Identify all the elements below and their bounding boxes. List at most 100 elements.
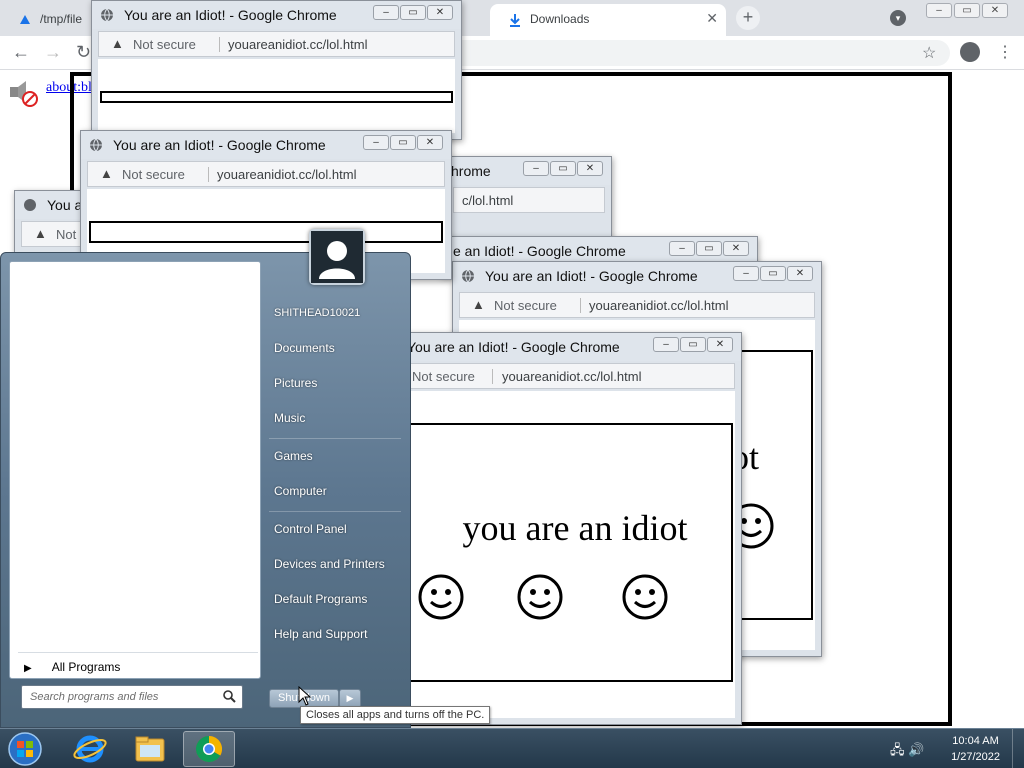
popup-window-controls: – ▭ ✕ [732, 265, 813, 283]
tab-tmp-file[interactable]: /tmp/file [0, 4, 96, 36]
taskbar-windows-explorer[interactable] [124, 731, 176, 767]
chrome-icon [195, 735, 223, 763]
close-button[interactable]: ✕ [427, 5, 453, 20]
minimize-button[interactable]: – [733, 266, 759, 281]
warning-icon: ▲ [100, 166, 113, 181]
minimize-button[interactable]: – [373, 5, 399, 20]
tab-label: Downloads [530, 12, 590, 26]
close-button[interactable]: ✕ [982, 3, 1008, 18]
minimize-button[interactable]: – [669, 241, 695, 256]
minimize-button[interactable]: – [523, 161, 549, 176]
popup-window-controls: – ▭ ✕ [522, 160, 603, 178]
tab-search-icon[interactable]: ▾ [890, 10, 906, 26]
start-search-input[interactable]: Search programs and files [21, 685, 243, 709]
taskbar-internet-explorer[interactable] [64, 731, 116, 767]
restore-button[interactable]: ▭ [400, 5, 426, 20]
tab-downloads[interactable]: Downloads ✕ [490, 4, 726, 36]
user-avatar[interactable] [309, 229, 365, 285]
internet-explorer-icon [73, 735, 107, 763]
restore-button[interactable]: ▭ [550, 161, 576, 176]
minimize-button[interactable]: – [926, 3, 952, 18]
popup-title: You are an Idiot! - Google Chrome [124, 7, 337, 23]
popup-window-front[interactable]: You are an Idiot! - Google Chrome – ▭ ✕ No… [378, 332, 742, 725]
new-tab-button[interactable]: + [736, 6, 760, 30]
triangle-right-icon: ▶ [24, 663, 32, 674]
popup-window[interactable]: hrome – ▭ ✕ c/lol.html [430, 156, 612, 246]
popup-title-bar[interactable]: You are an Idiot! - Google Chrome – ▭ ✕ [81, 131, 451, 159]
window-controls: – ▭ ✕ [926, 2, 1016, 20]
start-menu-item-music[interactable]: Music [274, 411, 305, 425]
start-menu-username[interactable]: SHITHEAD10021 [274, 307, 360, 319]
start-menu-item-computer[interactable]: Computer [274, 484, 327, 498]
popup-url: youareanidiot.cc/lol.html [217, 167, 357, 182]
restore-button[interactable]: ▭ [390, 135, 416, 150]
start-menu-item-games[interactable]: Games [274, 449, 313, 463]
globe-icon [101, 8, 113, 22]
shutdown-tooltip: Closes all apps and turns off the PC. [300, 706, 491, 724]
close-button[interactable]: ✕ [723, 241, 749, 256]
popup-title-bar[interactable]: You are an Idiot! - Google Chrome – ▭ ✕ [453, 262, 821, 290]
popup-address-bar[interactable]: ▲ Not secure youareanidiot.cc/lol.html [98, 31, 455, 57]
popup-url: youareanidiot.cc/lol.html [228, 37, 368, 52]
clock-time: 10:04 AM [952, 735, 999, 747]
popup-frame: you are an idiot [387, 423, 733, 682]
start-menu-programs-pane: ▶ All Programs [9, 261, 261, 679]
taskbar-chrome[interactable] [183, 731, 235, 767]
popup-window-controls: – ▭ ✕ [372, 4, 453, 22]
clock[interactable]: 10:04 AM 1/27/2022 [951, 733, 1000, 765]
profile-avatar-icon[interactable] [960, 42, 980, 62]
popup-url: youareanidiot.cc/lol.html [589, 298, 729, 313]
tab-label: /tmp/file [40, 12, 83, 26]
popup-window-controls: – ▭ ✕ [362, 134, 443, 152]
popup-address-bar[interactable]: ▲ Not secure youareanidiot.cc/lol.html [459, 292, 815, 318]
start-menu: ▶ All Programs Search programs and files … [0, 229, 411, 728]
popup-title-bar[interactable]: You are an Idiot! - Google Chrome – ▭ ✕ [92, 1, 461, 29]
minimize-button[interactable]: – [363, 135, 389, 150]
start-menu-item-help-support[interactable]: Help and Support [274, 627, 367, 641]
popup-title: You are an Idiot! - Google Chrome [113, 137, 326, 153]
start-menu-item-devices-printers[interactable]: Devices and Printers [274, 557, 385, 571]
restore-button[interactable]: ▭ [760, 266, 786, 281]
download-icon [510, 14, 520, 27]
popup-url: youareanidiot.cc/lol.html [502, 369, 642, 384]
popup-address-bar[interactable]: c/lol.html [453, 187, 605, 213]
restore-button[interactable]: ▭ [696, 241, 722, 256]
not-secure-label: Not secure [122, 167, 185, 182]
smiley-face-icon [517, 574, 563, 620]
bookmark-star-icon[interactable]: ☆ [922, 43, 936, 63]
close-tab-icon[interactable]: ✕ [706, 10, 718, 27]
popup-title: hrome [451, 163, 491, 179]
all-programs-button[interactable]: ▶ All Programs [24, 660, 120, 674]
globe-icon [24, 199, 36, 211]
popup-title: You are an Idiot! - Google Chrome [485, 268, 698, 284]
close-button[interactable]: ✕ [417, 135, 443, 150]
start-menu-item-documents[interactable]: Documents [274, 341, 335, 355]
back-arrow-icon[interactable]: ← [12, 42, 30, 63]
reload-icon[interactable]: ↻ [76, 42, 91, 63]
minimize-button[interactable]: – [653, 337, 679, 352]
close-button[interactable]: ✕ [707, 337, 733, 352]
close-button[interactable]: ✕ [577, 161, 603, 176]
start-menu-item-default-programs[interactable]: Default Programs [274, 592, 367, 606]
divider [269, 438, 401, 439]
show-desktop-button[interactable] [1012, 729, 1024, 768]
popup-address-bar[interactable]: Not secure youareanidiot.cc/lol.html [385, 363, 735, 389]
popup-title-bar[interactable]: You are an Idiot! - Google Chrome – ▭ ✕ [379, 333, 741, 361]
popup-window[interactable]: You are an Idiot! - Google Chrome – ▭ ✕ ▲ … [91, 0, 462, 140]
popup-title: You are an Idiot! - Google Chrome [407, 339, 620, 355]
restore-button[interactable]: ▭ [954, 3, 980, 18]
divider [18, 652, 258, 653]
start-menu-item-pictures[interactable]: Pictures [274, 376, 317, 390]
restore-button[interactable]: ▭ [680, 337, 706, 352]
popup-address-bar[interactable]: ▲ Not secure youareanidiot.cc/lol.html [87, 161, 445, 187]
close-button[interactable]: ✕ [787, 266, 813, 281]
network-volume-icon[interactable]: 🖧 🔊 [890, 741, 924, 763]
not-secure-label: Not secure [494, 298, 557, 313]
menu-kebab-icon[interactable]: ⋮ [997, 42, 1013, 62]
start-menu-item-control-panel[interactable]: Control Panel [274, 522, 347, 536]
popup-title-bar[interactable]: hrome – ▭ ✕ [431, 157, 611, 185]
start-orb-icon[interactable] [6, 731, 44, 767]
forward-arrow-icon[interactable]: → [44, 42, 62, 63]
divider [492, 369, 493, 384]
popup-window-controls: – ▭ ✕ [652, 336, 733, 354]
